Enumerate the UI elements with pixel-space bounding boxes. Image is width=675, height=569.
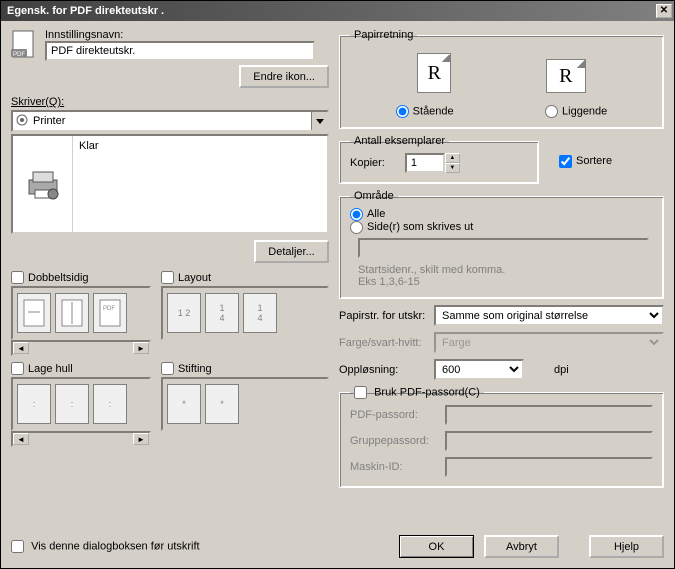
- punch-option-icon[interactable]: :: [55, 384, 89, 424]
- scroll-left-icon[interactable]: ◄: [13, 342, 29, 354]
- staple-options[interactable]: * *: [161, 377, 329, 431]
- duplex-option-icon[interactable]: [55, 293, 89, 333]
- punch-option-icon[interactable]: :: [17, 384, 51, 424]
- close-icon[interactable]: ✕: [656, 4, 672, 18]
- spin-up-icon[interactable]: ▲: [445, 153, 460, 163]
- svg-text:PDF: PDF: [13, 52, 25, 58]
- portrait-icon: R: [417, 53, 451, 93]
- show-dialog-checkbox[interactable]: [11, 540, 24, 553]
- pdf-password-group: Bruk PDF-passord(C) PDF-passord: Gruppep…: [339, 386, 664, 488]
- copies-input[interactable]: [405, 153, 445, 173]
- punch-label: Lage hull: [28, 363, 73, 375]
- scroll-left-icon[interactable]: ◄: [13, 433, 29, 445]
- layout-option-icon[interactable]: 14: [243, 293, 277, 333]
- landscape-radio[interactable]: [545, 105, 558, 118]
- printer-dropdown[interactable]: Printer: [11, 110, 329, 132]
- window-title: Egensk. for PDF direkteutskr .: [7, 5, 656, 17]
- range-pages-label[interactable]: Side(r) som skrives ut: [350, 221, 473, 233]
- copies-legend: Antall eksemplarer: [350, 135, 449, 147]
- range-hint2: Eks 1,3,6-15: [358, 276, 653, 288]
- pdf-password-legend[interactable]: Bruk PDF-passord(C): [350, 386, 484, 399]
- paper-size-label: Papirstr. for utskr:: [339, 310, 434, 322]
- punch-checkbox[interactable]: [11, 362, 24, 375]
- range-group: Område Alle Side(r) som skrives ut Start…: [339, 190, 664, 299]
- range-all-radio[interactable]: [350, 208, 363, 221]
- range-pages-input[interactable]: [358, 238, 649, 258]
- layout-label: Layout: [178, 272, 211, 284]
- pdf-pwd-label: PDF-passord:: [350, 409, 445, 421]
- settings-name-label: Innstillingsnavn:: [45, 29, 329, 41]
- resolution-dropdown[interactable]: 600: [434, 359, 524, 380]
- group-pwd-label: Gruppepassord:: [350, 435, 445, 447]
- layout-option-icon[interactable]: 1 2: [167, 293, 201, 333]
- copies-label: Kopier:: [350, 157, 385, 169]
- range-legend: Område: [350, 190, 398, 202]
- portrait-radio-label[interactable]: Stående: [396, 105, 454, 118]
- resolution-unit: dpi: [554, 364, 569, 376]
- settings-name-input[interactable]: [45, 41, 315, 61]
- details-button[interactable]: Detaljer...: [254, 240, 329, 263]
- resolution-label: Oppløsning:: [339, 364, 434, 376]
- collate-checkbox[interactable]: [559, 155, 572, 168]
- duplex-options[interactable]: PDF: [11, 286, 151, 340]
- punch-option-icon[interactable]: :: [93, 384, 127, 424]
- scroll-right-icon[interactable]: ►: [133, 433, 149, 445]
- duplex-option-icon[interactable]: PDF: [93, 293, 127, 333]
- staple-option-icon[interactable]: *: [167, 384, 201, 424]
- printer-status: Klar: [79, 140, 99, 152]
- orientation-group: Papirretning R R Stående Liggende: [339, 29, 664, 129]
- landscape-icon: R: [546, 59, 586, 93]
- collate-label[interactable]: Sortere: [559, 155, 612, 167]
- layout-checkbox[interactable]: [161, 271, 174, 284]
- punch-options[interactable]: : : :: [11, 377, 151, 431]
- change-icon-button[interactable]: Endre ikon...: [239, 65, 329, 88]
- landscape-radio-label[interactable]: Liggende: [545, 105, 607, 118]
- printer-icon: [13, 136, 73, 232]
- machine-id-label: Maskin-ID:: [350, 461, 445, 473]
- titlebar: Egensk. for PDF direkteutskr . ✕: [1, 1, 674, 21]
- spin-down-icon[interactable]: ▼: [445, 163, 460, 173]
- pdf-icon: PDF: [11, 29, 39, 61]
- svg-text:PDF: PDF: [103, 306, 115, 312]
- machine-id-input: [445, 457, 653, 477]
- orientation-legend: Papirretning: [350, 29, 417, 41]
- dialog-window: Egensk. for PDF direkteutskr . ✕ PDF Inn…: [0, 0, 675, 569]
- layout-options[interactable]: 1 2 14 14: [161, 286, 329, 340]
- color-label: Farge/svart-hvitt:: [339, 337, 434, 349]
- cancel-button[interactable]: Avbryt: [484, 535, 559, 558]
- range-all-label[interactable]: Alle: [350, 208, 385, 220]
- ok-button[interactable]: OK: [399, 535, 474, 558]
- copies-group: Antall eksemplarer Kopier: ▲ ▼: [339, 135, 539, 184]
- show-dialog-label[interactable]: Vis denne dialogboksen før utskrift: [11, 540, 200, 553]
- pdf-password-checkbox[interactable]: [354, 386, 367, 399]
- printer-selected: Printer: [31, 115, 311, 127]
- staple-label: Stifting: [178, 363, 212, 375]
- group-pwd-input: [445, 431, 653, 451]
- punch-scrollbar[interactable]: ◄ ►: [11, 431, 151, 447]
- help-button[interactable]: Hjelp: [589, 535, 664, 558]
- pdf-pwd-input: [445, 405, 653, 425]
- range-hint1: Startsidenr., skilt med komma.: [358, 264, 653, 276]
- duplex-option-icon[interactable]: [17, 293, 51, 333]
- printer-preview: Klar: [11, 134, 329, 234]
- range-pages-radio[interactable]: [350, 221, 363, 234]
- staple-option-icon[interactable]: *: [205, 384, 239, 424]
- staple-checkbox[interactable]: [161, 362, 174, 375]
- duplex-checkbox[interactable]: [11, 271, 24, 284]
- printer-label: Skriver(Q):: [11, 96, 329, 108]
- scroll-right-icon[interactable]: ►: [133, 342, 149, 354]
- target-icon: [13, 114, 31, 129]
- color-dropdown: Farge: [434, 332, 664, 353]
- paper-size-dropdown[interactable]: Samme som original størrelse: [434, 305, 664, 326]
- duplex-label: Dobbeltsidig: [28, 272, 89, 284]
- portrait-radio[interactable]: [396, 105, 409, 118]
- duplex-scrollbar[interactable]: ◄ ►: [11, 340, 151, 356]
- dropdown-arrow-icon[interactable]: [311, 112, 327, 130]
- layout-option-icon[interactable]: 14: [205, 293, 239, 333]
